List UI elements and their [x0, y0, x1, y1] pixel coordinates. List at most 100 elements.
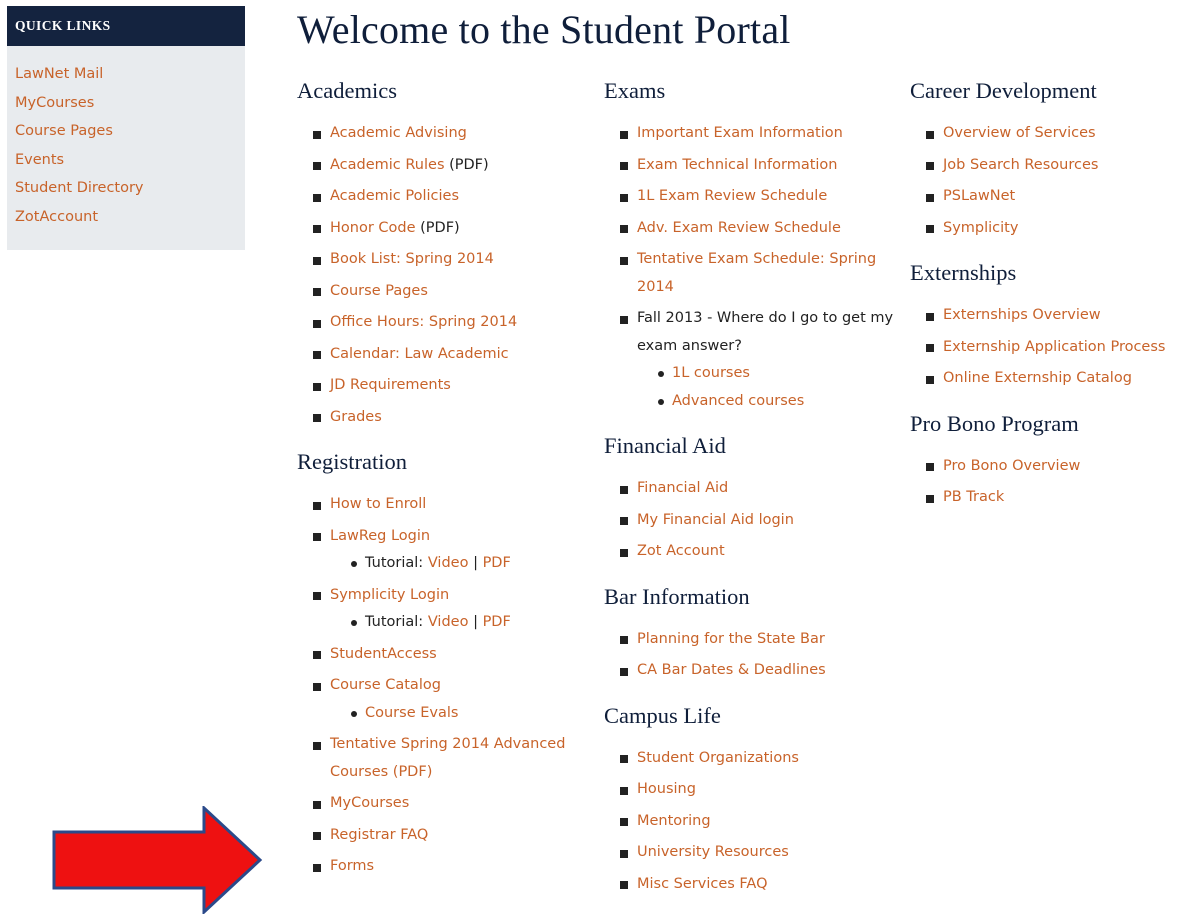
link-honor-code[interactable]: Honor Code	[330, 220, 416, 236]
red-arrow-icon	[52, 806, 263, 914]
link-pro-bono-overview[interactable]: Pro Bono Overview	[943, 458, 1080, 474]
link-symplicity-login[interactable]: Symplicity Login	[330, 587, 449, 603]
list-item: 1L Exam Review Schedule	[620, 183, 904, 211]
list-item: MyCourses	[313, 790, 587, 818]
list-item: Office Hours: Spring 2014	[313, 309, 587, 337]
link-my-financial-aid-login[interactable]: My Financial Aid login	[637, 512, 794, 528]
link-financial-aid[interactable]: Financial Aid	[637, 480, 728, 496]
quick-link-zotaccount[interactable]: ZotAccount	[15, 209, 98, 225]
quick-link-events[interactable]: Events	[15, 152, 64, 168]
separator: |	[473, 614, 478, 630]
link-how-to-enroll[interactable]: How to Enroll	[330, 496, 426, 512]
link-registrar-faq[interactable]: Registrar FAQ	[330, 827, 428, 843]
link-advanced-courses[interactable]: Advanced courses	[672, 393, 804, 409]
separator: |	[473, 555, 478, 571]
bar-information-list: Planning for the State Bar CA Bar Dates …	[604, 616, 904, 697]
link-job-search-resources[interactable]: Job Search Resources	[943, 157, 1098, 173]
list-item: Externships Overview	[926, 302, 1175, 330]
link-lawreg-tutorial-pdf[interactable]: PDF	[483, 555, 511, 571]
quick-link-course-pages[interactable]: Course Pages	[15, 123, 113, 139]
list-item: Symplicity Login Tutorial: Video | PDF	[313, 582, 587, 637]
list-item: My Financial Aid login	[620, 507, 904, 535]
campus-life-list: Student Organizations Housing Mentoring …	[604, 735, 904, 911]
link-pb-track[interactable]: PB Track	[943, 489, 1004, 505]
academics-list: Academic Advising Academic Rules (PDF) A…	[297, 110, 587, 443]
link-office-hours[interactable]: Office Hours: Spring 2014	[330, 314, 517, 330]
list-item: Calendar: Law Academic	[313, 341, 587, 369]
quick-link-mycourses[interactable]: MyCourses	[15, 95, 94, 111]
link-academic-rules[interactable]: Academic Rules	[330, 157, 445, 173]
list-item: Grades	[313, 404, 587, 432]
link-lawreg-login[interactable]: LawReg Login	[330, 528, 430, 544]
list-item: Fall 2013 - Where do I go to get my exam…	[620, 305, 904, 415]
link-housing[interactable]: Housing	[637, 781, 696, 797]
pdf-note: (PDF)	[420, 219, 460, 236]
quick-link-item: Course Pages	[15, 117, 245, 146]
list-item: Pro Bono Overview	[926, 453, 1175, 481]
link-exam-technical-info[interactable]: Exam Technical Information	[637, 157, 838, 173]
link-course-pages[interactable]: Course Pages	[330, 283, 428, 299]
link-studentaccess[interactable]: StudentAccess	[330, 646, 437, 662]
link-1l-courses[interactable]: 1L courses	[672, 365, 750, 381]
list-item: Zot Account	[620, 538, 904, 566]
list-item: Course Catalog Course Evals	[313, 672, 587, 727]
sub-list-item: 1L courses	[657, 360, 904, 388]
tutorial-label: Tutorial:	[365, 555, 424, 571]
link-tentative-exam-schedule[interactable]: Tentative Exam Schedule: Spring 2014	[637, 251, 876, 295]
link-zot-account[interactable]: Zot Account	[637, 543, 725, 559]
pro-bono-list: Pro Bono Overview PB Track	[910, 443, 1175, 524]
list-item: Tentative Spring 2014 Advanced Courses (…	[313, 731, 587, 786]
lawreg-tutorial-list: Tutorial: Video | PDF	[330, 550, 587, 578]
career-development-list: Overview of Services Job Search Resource…	[910, 110, 1175, 254]
list-item: Honor Code (PDF)	[313, 215, 587, 243]
link-book-list[interactable]: Book List: Spring 2014	[330, 251, 494, 267]
link-course-catalog[interactable]: Course Catalog	[330, 677, 441, 693]
link-externships-overview[interactable]: Externships Overview	[943, 307, 1101, 323]
quick-link-student-directory[interactable]: Student Directory	[15, 180, 144, 196]
quick-link-lawnet-mail[interactable]: LawNet Mail	[15, 66, 103, 82]
link-adv-exam-review[interactable]: Adv. Exam Review Schedule	[637, 220, 841, 236]
tutorial-label: Tutorial:	[365, 614, 424, 630]
quick-link-item: LawNet Mail	[15, 60, 245, 89]
link-important-exam-info[interactable]: Important Exam Information	[637, 125, 843, 141]
link-university-resources[interactable]: University Resources	[637, 844, 789, 860]
link-academic-advising[interactable]: Academic Advising	[330, 125, 467, 141]
quick-link-item: MyCourses	[15, 89, 245, 118]
exams-list: Important Exam Information Exam Technica…	[604, 110, 904, 427]
fall-exam-question: Fall 2013 - Where do I go to get my exam…	[637, 310, 894, 354]
list-item: JD Requirements	[313, 372, 587, 400]
link-course-evals[interactable]: Course Evals	[365, 705, 458, 721]
link-student-organizations[interactable]: Student Organizations	[637, 750, 799, 766]
section-title-academics: Academics	[297, 78, 397, 103]
section-title-financial-aid: Financial Aid	[604, 433, 726, 458]
list-item: LawReg Login Tutorial: Video | PDF	[313, 523, 587, 578]
link-symplicity-tutorial-video[interactable]: Video	[428, 614, 469, 630]
link-1l-exam-review[interactable]: 1L Exam Review Schedule	[637, 188, 827, 204]
course-catalog-sub-list: Course Evals	[330, 700, 587, 728]
list-item: Job Search Resources	[926, 152, 1175, 180]
list-item: University Resources	[620, 839, 904, 867]
list-item: Student Organizations	[620, 745, 904, 773]
link-pslawnet[interactable]: PSLawNet	[943, 188, 1015, 204]
link-mentoring[interactable]: Mentoring	[637, 813, 711, 829]
link-academic-policies[interactable]: Academic Policies	[330, 188, 459, 204]
link-lawreg-tutorial-video[interactable]: Video	[428, 555, 469, 571]
link-online-externship-catalog[interactable]: Online Externship Catalog	[943, 370, 1132, 386]
link-misc-services-faq[interactable]: Misc Services FAQ	[637, 876, 768, 892]
link-overview-of-services[interactable]: Overview of Services	[943, 125, 1096, 141]
link-forms[interactable]: Forms	[330, 858, 374, 874]
link-calendar-law-academic[interactable]: Calendar: Law Academic	[330, 346, 509, 362]
link-planning-state-bar[interactable]: Planning for the State Bar	[637, 631, 825, 647]
list-item: Mentoring	[620, 808, 904, 836]
link-ca-bar-dates[interactable]: CA Bar Dates & Deadlines	[637, 662, 826, 678]
link-symplicity-tutorial-pdf[interactable]: PDF	[483, 614, 511, 630]
section-title-campus-life: Campus Life	[604, 702, 721, 728]
link-symplicity[interactable]: Symplicity	[943, 220, 1018, 236]
link-jd-requirements[interactable]: JD Requirements	[330, 377, 451, 393]
link-mycourses[interactable]: MyCourses	[330, 795, 409, 811]
link-externship-application[interactable]: Externship Application Process	[943, 339, 1165, 355]
list-item: Externship Application Process	[926, 334, 1175, 362]
link-tentative-spring-courses[interactable]: Tentative Spring 2014 Advanced Courses (…	[330, 736, 565, 780]
link-grades[interactable]: Grades	[330, 409, 382, 425]
quick-link-item: Student Directory	[15, 174, 245, 203]
